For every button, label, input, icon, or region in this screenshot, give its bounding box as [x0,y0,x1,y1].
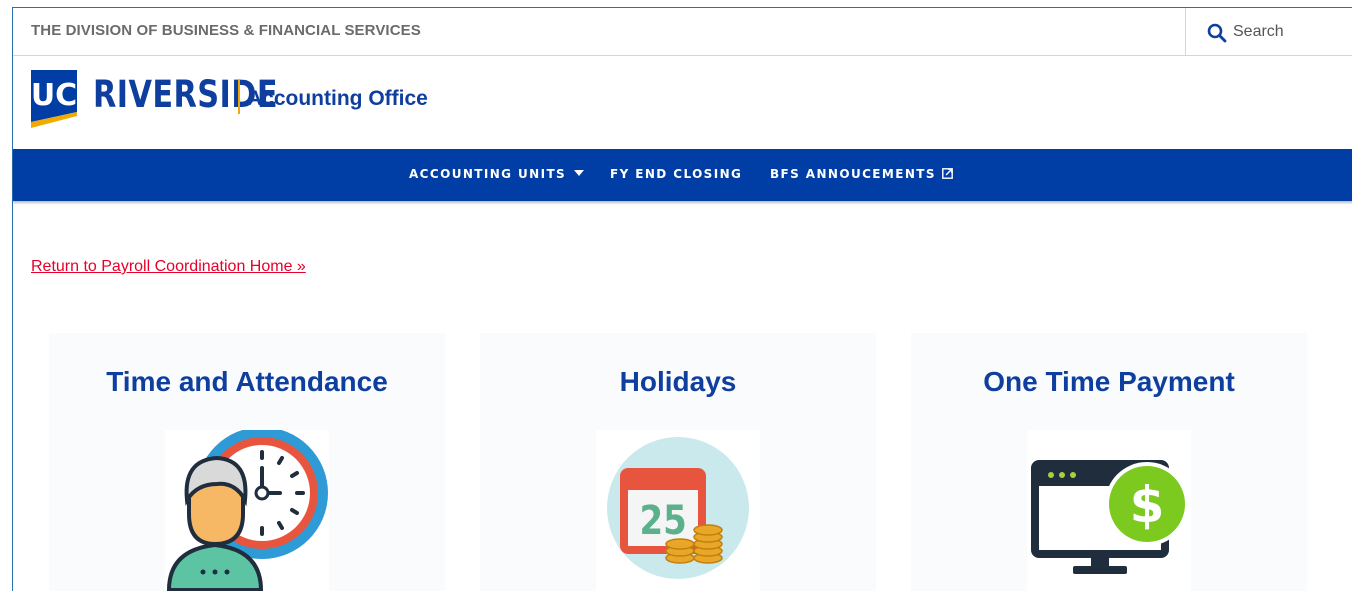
nav-fy-end-closing-label: FY END CLOSING [610,167,743,181]
main-nav: ACCOUNTING UNITS FY END CLOSING BFS ANNO… [13,149,1352,201]
card-image[interactable]: $ [1027,430,1191,591]
uc-logo[interactable]: UC [31,70,87,128]
card-time-attendance[interactable]: Time and Attendance [49,333,445,591]
nav-accounting-units-label: ACCOUNTING UNITS [409,167,567,181]
nav-bfs-announcements-label: BFS ANNOUCEMENTS [770,167,936,181]
clock-person-icon [166,427,328,591]
card-image[interactable] [165,427,329,591]
brand-divider [238,80,240,114]
calendar-coins-icon: 25 [607,437,749,579]
caret-down-icon [574,170,585,176]
search-box[interactable] [1185,8,1352,55]
page-frame: THE DIVISION OF BUSINESS & FINANCIAL SER… [12,7,1352,591]
brand-bar: UC RIVERSIDE Accounting Office [13,56,1352,149]
card-holidays[interactable]: Holidays 25 [480,333,876,591]
card-image[interactable]: 25 [596,430,760,591]
search-input[interactable] [1233,20,1345,44]
dollar-sign-icon: $ [1130,476,1165,534]
nav-bfs-announcements[interactable]: BFS ANNOUCEMENTS [770,167,953,181]
monitor-dollar-icon: $ [1031,460,1189,574]
search-icon[interactable] [1207,23,1227,43]
division-link[interactable]: THE DIVISION OF BUSINESS & FINANCIAL SER… [31,22,421,39]
card-title[interactable]: Holidays [480,366,876,398]
card-title[interactable]: Time and Attendance [49,366,445,398]
calendar-day: 25 [639,497,686,543]
utility-bar: THE DIVISION OF BUSINESS & FINANCIAL SER… [13,8,1352,56]
card-title[interactable]: One Time Payment [911,366,1307,398]
nav-accounting-units[interactable]: ACCOUNTING UNITS [409,167,585,181]
external-link-icon [942,168,953,179]
card-one-time-payment[interactable]: One Time Payment $ [911,333,1307,591]
office-name[interactable]: Accounting Office [247,87,428,111]
return-link[interactable]: Return to Payroll Coordination Home » [31,258,306,276]
uc-logo-text: UC [31,78,77,113]
nav-fy-end-closing[interactable]: FY END CLOSING [610,167,742,181]
